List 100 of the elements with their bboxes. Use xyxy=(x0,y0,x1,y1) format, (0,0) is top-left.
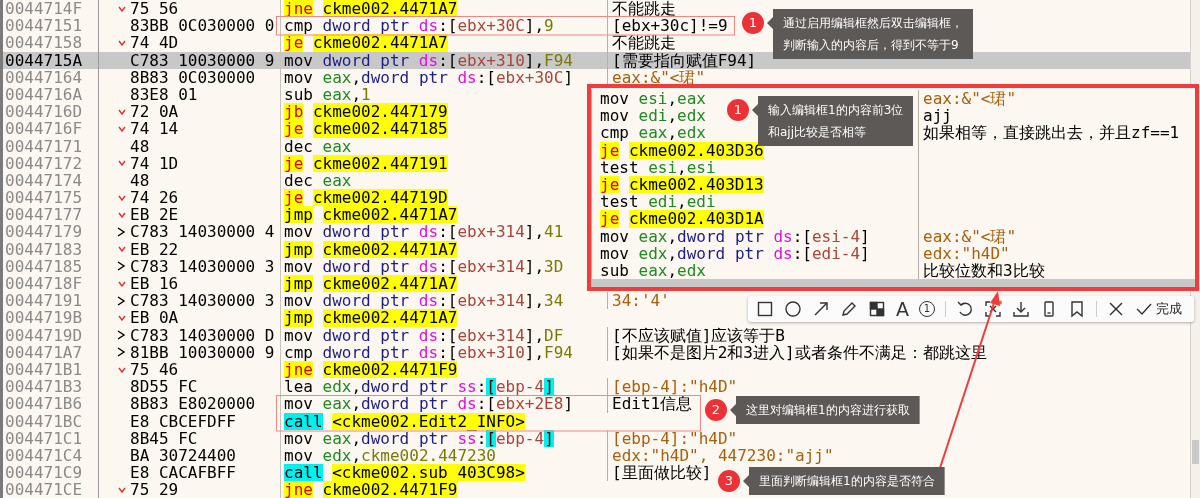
code-row[interactable]: 0044714F 75 56 jne ckme002.4471A7 不能跳走 xyxy=(0,0,678,18)
undo-icon[interactable] xyxy=(956,300,974,318)
instruction: mov eax,dword ptr ds:[ebx+2E8] xyxy=(280,395,607,413)
instruction: mov eax,dword ptr ss:[ebp-4] xyxy=(280,429,607,447)
address: 00447175 xyxy=(0,189,99,207)
address: 004471CE xyxy=(0,481,99,498)
instruction: jmp ckme002.4471A7 xyxy=(280,309,458,327)
opcode-bytes: C783 10030000 9 xyxy=(130,51,276,69)
opcode-bytes: C783 14030000 3 xyxy=(130,292,276,310)
comment: [ebp-4]:"h4D" xyxy=(607,429,740,447)
address: 00447179 xyxy=(0,223,99,241)
instruction: call <ckme002.Edit2_INFO> xyxy=(280,412,525,430)
instruction: dec eax xyxy=(280,137,352,155)
jump-caret-icon xyxy=(118,246,126,253)
comment: 不能跳走 xyxy=(607,34,678,52)
jump-caret-icon xyxy=(118,125,126,132)
jump-caret-icon xyxy=(118,5,126,12)
code-row[interactable]: 0044719B EB 0A jmp ckme002.4471A7 xyxy=(0,309,458,327)
arrow-tool-icon[interactable] xyxy=(812,300,830,318)
code-row[interactable]: 004471CE 75 29 jne ckme002.4471F9 xyxy=(0,481,458,498)
download-icon[interactable] xyxy=(1012,300,1030,318)
circle-tool-icon[interactable] xyxy=(784,300,802,318)
address: 004471C4 xyxy=(0,446,99,465)
rectangle-tool-icon[interactable] xyxy=(756,300,774,318)
address: 0044716F xyxy=(0,120,99,138)
branch-target-icon xyxy=(116,330,126,341)
text-tool[interactable]: A xyxy=(896,299,909,319)
instruction: mov eax,dword ptr ds:[esi-4] xyxy=(591,227,918,245)
opcode-bytes: 81BB 10030000 9 xyxy=(130,343,276,361)
code-row[interactable]: 00447172 74 1D je ckme002.447191 xyxy=(0,154,448,172)
pencil-icon[interactable] xyxy=(840,300,858,318)
opcode-bytes: C783 14030000 3 xyxy=(130,257,276,275)
opcode-bytes: 74 1D xyxy=(130,154,180,172)
code-row[interactable]: 004471B1 75 46 jne ckme002.4471F9 xyxy=(0,360,458,379)
comment: [ebp-4]:"h4D" xyxy=(607,378,740,396)
annotation-tooltip: 里面判断编辑框1的内容是否符合 xyxy=(743,467,945,495)
address: 00447191 xyxy=(0,292,99,310)
comment: 34:'4' xyxy=(607,292,672,310)
code-row[interactable]: 004471C1 8B45 FC mov eax,dword ptr ss:[ebp-4] [ebp-4]:"h4D" xyxy=(0,429,740,447)
address: 0044714F xyxy=(0,0,99,18)
step-number-badge: 3 xyxy=(718,470,740,492)
opcode-bytes: 72 0A xyxy=(130,103,180,121)
instruction: lea edx,dword ptr ss:[ebp-4] xyxy=(280,378,607,396)
opcode-bytes: E8 CACAFBFF xyxy=(130,464,237,482)
opcode-bytes: C783 14030000 4 xyxy=(130,223,276,241)
address: 004471C1 xyxy=(0,429,99,447)
mosaic-icon[interactable] xyxy=(868,300,886,318)
bookmark-icon[interactable] xyxy=(1068,300,1086,318)
jump-caret-icon xyxy=(118,39,126,46)
opcode-bytes: 83BB 0C030000 0 xyxy=(130,17,276,35)
comment: [ebx+30c]!=9 xyxy=(607,17,730,35)
instruction: mov dword ptr ds:[ebx+314],DF xyxy=(280,326,607,344)
opcode-bytes: 74 14 xyxy=(130,120,180,138)
code-row[interactable]: 00447177 EB 2E jmp ckme002.4471A7 xyxy=(0,206,458,224)
jump-caret-icon xyxy=(118,280,126,287)
instruction: jne ckme002.4471F9 xyxy=(280,360,458,379)
address: 0044716A xyxy=(0,85,99,104)
opcode-bytes: EB 2E xyxy=(130,206,180,224)
close-icon[interactable] xyxy=(1107,300,1125,318)
comment: 如果相等，直接跳出去，并且zf==1 xyxy=(918,124,1195,142)
opcode-bytes: 8D55 FC xyxy=(130,378,199,396)
code-row[interactable]: 0044718F EB 16 jmp ckme002.4471A7 xyxy=(0,275,458,293)
code-row[interactable]: 00447183 EB 22 jmp ckme002.4471A7 xyxy=(0,240,458,258)
opcode-bytes: 75 46 xyxy=(130,360,180,379)
address: 004471BC xyxy=(0,412,99,430)
address: 004471C9 xyxy=(0,464,99,482)
branch-target-icon xyxy=(116,261,126,272)
instruction: jb ckme002.447179 xyxy=(280,103,448,121)
done-button[interactable]: 完成 xyxy=(1135,300,1182,318)
opcode-bytes: 75 56 xyxy=(130,0,180,18)
opcode-bytes: 74 26 xyxy=(130,189,180,207)
address: 00447177 xyxy=(0,206,99,224)
address: 00447172 xyxy=(0,154,99,172)
code-row[interactable]: 0044715A C783 10030000 9 mov dword ptr ds:[ebx+310],F94 [需要指向赋值F94] xyxy=(0,51,1190,69)
comment: Edit1信息 xyxy=(607,395,695,413)
instruction: je ckme002.447185 xyxy=(280,120,448,138)
instruction: je ckme002.403D36 xyxy=(591,141,918,159)
instruction: je ckme002.403D1A xyxy=(591,210,918,228)
step-number-badge: 1 xyxy=(742,12,764,34)
instruction: mov dword ptr ds:[ebx+310],F94 xyxy=(280,51,607,69)
address: 00447183 xyxy=(0,240,99,258)
instruction: jmp ckme002.4471A7 xyxy=(280,206,458,224)
opcode-bytes: 83E8 01 xyxy=(130,85,199,104)
code-row[interactable]: 004471B3 8D55 FC lea edx,dword ptr ss:[ebp-4] [ebp-4]:"h4D" xyxy=(0,378,740,396)
code-row[interactable]: 0044716F 74 14 je ckme002.447185 xyxy=(0,120,448,138)
branch-target-icon xyxy=(116,295,126,306)
comment: [里面做比较] xyxy=(607,464,714,482)
address: 00447171 xyxy=(0,137,99,155)
jump-caret-icon xyxy=(118,486,126,493)
jump-caret-icon xyxy=(118,194,126,201)
address: 004471B3 xyxy=(0,378,99,396)
code-row[interactable]: 004471BC E8 CBCEFDFF call <ckme002.Edit2_INFO> xyxy=(0,412,525,430)
annotation-tooltip: 通过启用编辑框然后双击编辑框， 判断输入的内容后，得到不等于9 xyxy=(767,9,973,59)
scrollbar-thumb[interactable] xyxy=(1192,440,1199,464)
instruction: cmp dword ptr ds:[ebx+310],F94 xyxy=(280,343,607,361)
jump-caret-icon xyxy=(118,366,126,373)
instruction: jmp ckme002.4471A7 xyxy=(280,275,458,293)
code-row[interactable]: 0044719D C783 14030000 D mov dword ptr ds:[ebx+314],DF [不应该赋值]应该等于B xyxy=(0,326,787,344)
opcode-bytes: EB 0A xyxy=(130,309,180,327)
comment: [不应该赋值]应该等于B xyxy=(607,326,787,344)
